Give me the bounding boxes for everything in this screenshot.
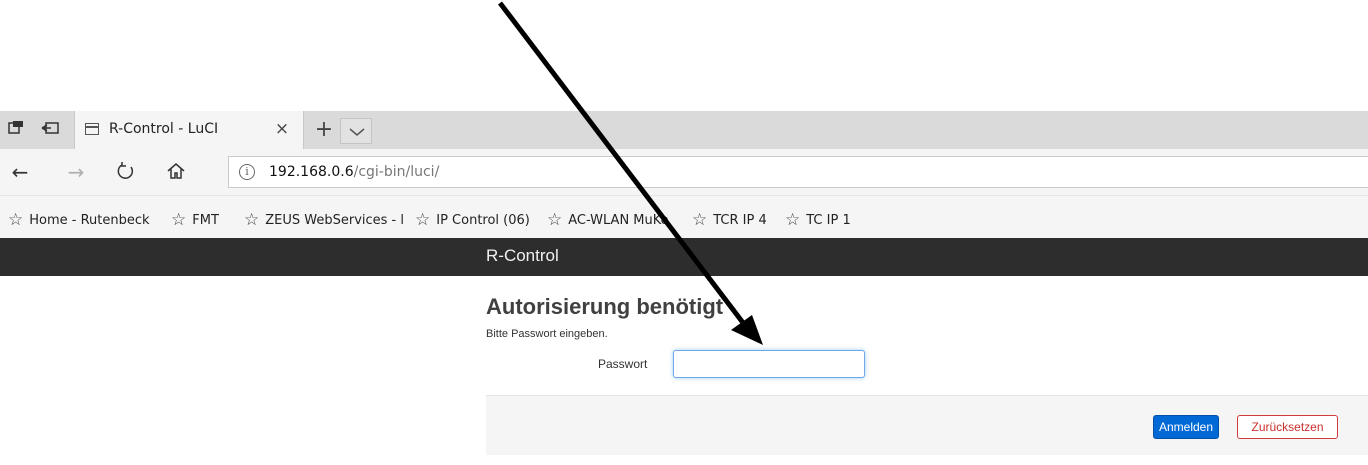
form-actions: Anmelden Zurücksetzen: [486, 395, 1368, 455]
favorite-item[interactable]: ☆ IP Control (06): [415, 209, 530, 230]
favorite-item[interactable]: ☆ FMT: [171, 209, 219, 230]
chevron-down-icon: [349, 128, 365, 136]
page-title: Autorisierung benötigt: [486, 294, 724, 319]
tabs-aside-icon[interactable]: [6, 120, 26, 140]
reset-button[interactable]: Zurücksetzen: [1237, 415, 1338, 439]
star-icon: ☆: [692, 210, 708, 230]
tab-title: R-Control - LuCI: [109, 121, 219, 137]
star-icon: ☆: [547, 210, 563, 230]
password-label: Passwort: [598, 357, 648, 371]
restore-tabs-icon[interactable]: [40, 120, 60, 140]
star-icon: ☆: [8, 210, 24, 230]
favorite-item[interactable]: ☆ TC IP 1: [785, 209, 851, 230]
refresh-icon[interactable]: [114, 161, 138, 183]
url-text[interactable]: 192.168.0.6/cgi-bin/luci/: [269, 164, 439, 180]
tab-list-button[interactable]: [340, 118, 372, 144]
favorite-item[interactable]: ☆ ZEUS WebServices - l: [244, 209, 404, 230]
close-icon[interactable]: ×: [271, 118, 293, 140]
navigation-bar: ← → i 192.168.0.6/cgi-bin/luci/: [0, 149, 1368, 195]
star-icon: ☆: [171, 210, 187, 230]
site-header: R-Control: [0, 238, 1368, 276]
browser-tab[interactable]: R-Control - LuCI ×: [74, 111, 304, 149]
favorite-item[interactable]: ☆ TCR IP 4: [692, 209, 767, 230]
forward-arrow-icon[interactable]: →: [64, 161, 88, 183]
password-input[interactable]: [673, 350, 865, 378]
star-icon: ☆: [244, 210, 260, 230]
star-icon: ☆: [415, 210, 431, 230]
favorites-bar: ☆ Home - Rutenbeck ☆ FMT ☆ ZEUS WebServices…: [0, 195, 1368, 238]
login-button[interactable]: Anmelden: [1153, 415, 1219, 439]
favorite-item[interactable]: ☆ AC-WLAN MuKo: [547, 209, 669, 230]
page-icon: [85, 123, 99, 135]
star-icon: ☆: [785, 210, 801, 230]
address-bar[interactable]: i 192.168.0.6/cgi-bin/luci/: [228, 156, 1368, 188]
brand-link[interactable]: R-Control: [486, 246, 559, 266]
home-icon[interactable]: [164, 161, 188, 183]
favorite-item[interactable]: ☆ Home - Rutenbeck: [8, 209, 150, 230]
page-description: Bitte Passwort eingeben.: [486, 328, 608, 340]
back-arrow-icon[interactable]: ←: [8, 161, 32, 183]
info-icon[interactable]: i: [239, 164, 255, 180]
plus-icon[interactable]: +: [311, 119, 337, 143]
tab-bar: R-Control - LuCI × +: [0, 111, 1368, 149]
